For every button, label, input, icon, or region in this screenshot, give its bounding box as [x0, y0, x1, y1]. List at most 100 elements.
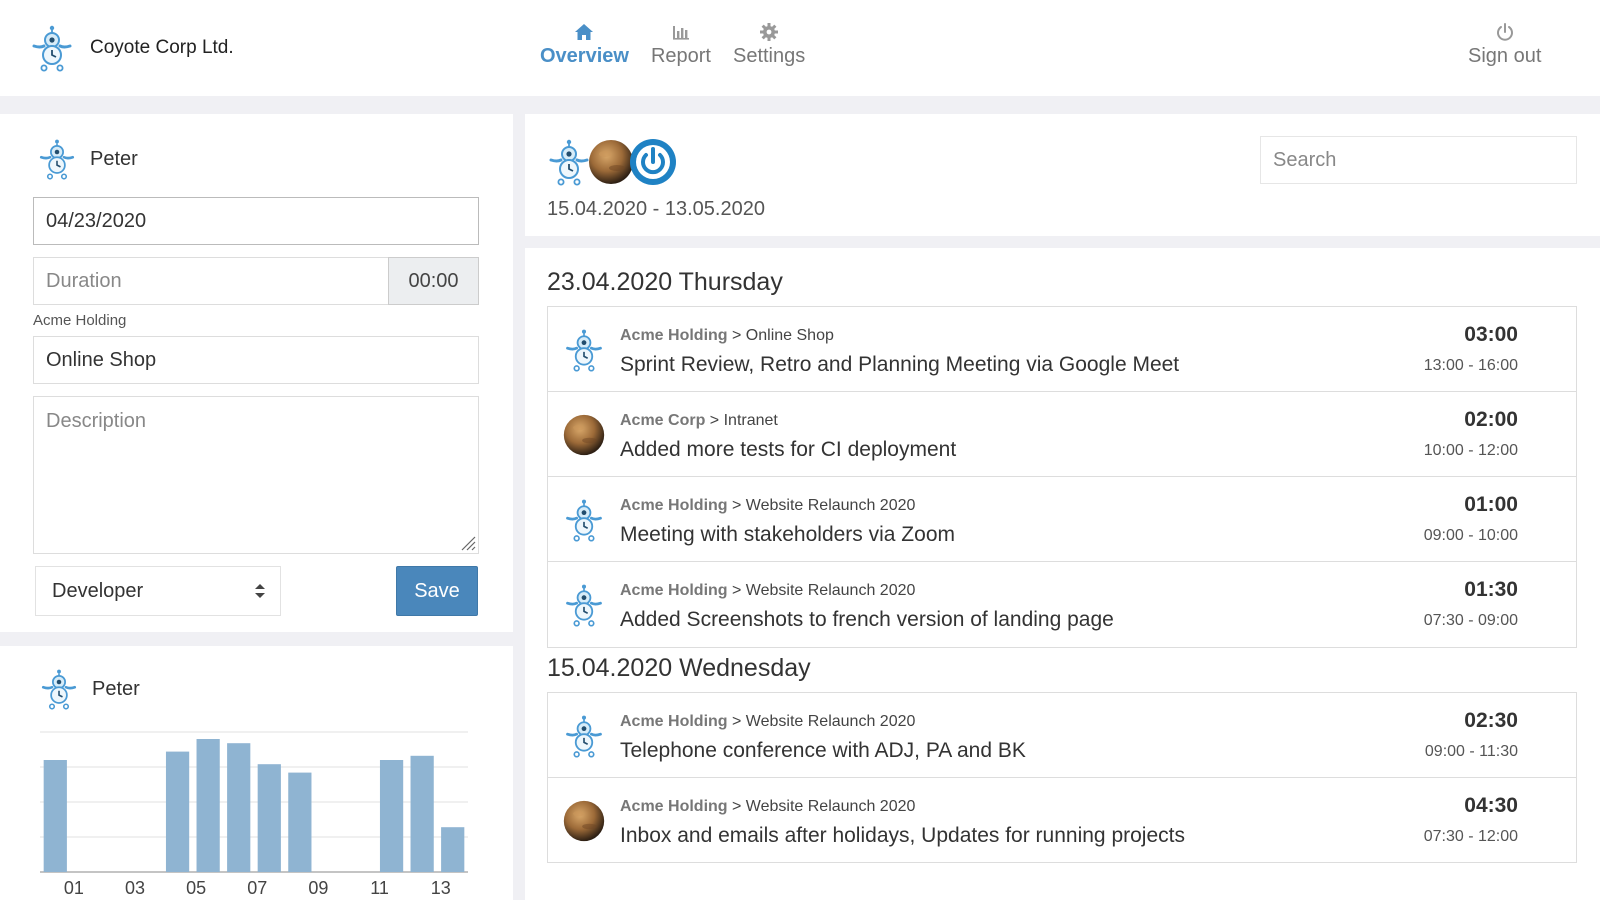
form-user-name: Peter	[90, 147, 138, 170]
time-entry-form: Peter 04/23/2020 Duration 00:00 Acme Hol…	[0, 114, 513, 632]
entry-time-range: 07:30 - 09:00	[1423, 612, 1518, 629]
time-entry[interactable]: Acme Holding > Website Relaunch 2020 Tel…	[548, 693, 1576, 778]
duration-value[interactable]: 00:00	[388, 257, 479, 305]
day-heading: 15.04.2020 Wednesday	[547, 654, 811, 683]
nav-report-label: Report	[650, 45, 711, 67]
description-textarea[interactable]: Description	[33, 396, 479, 554]
entry-duration: 04:30	[1464, 794, 1518, 817]
chart-tick-label: 11	[370, 878, 389, 898]
chart-bar[interactable]	[165, 751, 190, 872]
company-logo-icon	[28, 24, 76, 72]
time-entries-list: 23.04.2020 Thursday Acme Holding > Onlin…	[525, 248, 1600, 900]
hours-chart-panel: Peter 01 03 05 07 09 11 13	[0, 646, 513, 900]
entry-client: Acme Holding	[620, 327, 728, 344]
chart-bar[interactable]	[43, 760, 67, 872]
day-heading-date: 15.04.2020	[547, 654, 673, 682]
robot-avatar-icon[interactable]	[545, 138, 593, 186]
planet-avatar-icon	[562, 413, 606, 457]
entry-description: Telephone conference with ADJ, PA and BK	[620, 739, 1026, 762]
entry-description: Added more tests for CI deployment	[620, 438, 957, 461]
entry-client: Acme Corp	[620, 412, 706, 429]
power-avatar-icon[interactable]	[629, 138, 677, 186]
planet-avatar-icon	[562, 799, 606, 843]
nav-report[interactable]: Report	[651, 22, 711, 68]
day-heading-weekday: Wednesday	[679, 654, 811, 682]
sign-out-label: Sign out	[1468, 45, 1542, 67]
sign-out-button[interactable]: Sign out	[1468, 22, 1541, 68]
overview-header: 15.04.2020 - 13.05.2020 Search	[525, 114, 1600, 236]
robot-avatar-icon	[562, 583, 606, 627]
entry-duration: 03:00	[1464, 323, 1518, 346]
planet-avatar-icon[interactable]	[587, 138, 635, 186]
day-heading-weekday: Thursday	[678, 268, 783, 296]
day-heading-date: 23.04.2020	[547, 268, 673, 296]
role-select[interactable]: Developer	[35, 566, 281, 616]
chart-bar[interactable]	[441, 827, 465, 872]
entry-time-range: 07:30 - 12:00	[1423, 828, 1518, 845]
duration-input[interactable]: Duration	[33, 257, 389, 305]
entry-path: Acme Holding > Website Relaunch 2020	[620, 497, 916, 514]
entry-client: Acme Holding	[620, 497, 728, 514]
entry-duration: 02:00	[1464, 408, 1518, 431]
chart-bar[interactable]	[379, 760, 404, 872]
gear-icon	[760, 23, 779, 41]
time-entry[interactable]: Acme Holding > Website Relaunch 2020 Mee…	[548, 477, 1576, 562]
main-nav: Overview Report Settings	[540, 22, 805, 68]
select-arrows-icon	[255, 584, 265, 598]
time-entry[interactable]: Acme Holding > Website Relaunch 2020 Add…	[548, 562, 1576, 647]
entry-project: Website Relaunch 2020	[745, 713, 916, 730]
client-label: Acme Holding	[33, 312, 127, 329]
chart-user-name: Peter	[92, 677, 140, 700]
description-placeholder: Description	[46, 410, 147, 432]
entry-client: Acme Holding	[620, 798, 728, 815]
chart-user: Peter	[38, 668, 140, 710]
app-header: Coyote Corp Ltd. Overview Report Setting…	[0, 0, 1600, 96]
entry-description: Inbox and emails after holidays, Updates…	[620, 824, 1185, 847]
form-user: Peter	[36, 138, 138, 180]
time-entry[interactable]: Acme Corp > Intranet Added more tests fo…	[548, 392, 1576, 477]
chart-tick-label: 07	[247, 878, 267, 898]
entry-time-range: 09:00 - 11:30	[1424, 743, 1518, 760]
time-entry[interactable]: Acme Holding > Online Shop Sprint Review…	[548, 307, 1576, 392]
chart-tick-label: 01	[64, 878, 84, 898]
entry-time-range: 13:00 - 16:00	[1423, 357, 1518, 374]
entry-client: Acme Holding	[620, 713, 728, 730]
entry-description: Meeting with stakeholders via Zoom	[620, 523, 955, 546]
chart-tick-label: 05	[186, 878, 206, 898]
chart-tick-label: 13	[431, 878, 451, 898]
chart-tick-label: 09	[308, 878, 328, 898]
power-icon	[1496, 23, 1513, 41]
resize-grip-icon[interactable]	[460, 535, 476, 551]
nav-settings-label: Settings	[732, 45, 806, 67]
date-input[interactable]: 04/23/2020	[33, 197, 479, 245]
entry-project: Website Relaunch 2020	[745, 497, 916, 514]
entry-duration: 01:00	[1464, 493, 1518, 516]
project-input[interactable]: Online Shop	[33, 336, 479, 384]
day-entries: Acme Holding > Online Shop Sprint Review…	[547, 306, 1577, 648]
nav-overview[interactable]: Overview	[540, 22, 629, 68]
search-input[interactable]: Search	[1260, 136, 1577, 184]
entry-project: Intranet	[723, 412, 778, 429]
nav-settings[interactable]: Settings	[733, 22, 805, 68]
user-avatar-icon	[36, 138, 78, 180]
entry-description: Added Screenshots to french version of l…	[620, 608, 1114, 631]
time-entry[interactable]: Acme Holding > Website Relaunch 2020 Inb…	[548, 778, 1576, 863]
chart-bar[interactable]	[227, 743, 251, 872]
chart-bar[interactable]	[410, 755, 434, 872]
entry-path: Acme Holding > Website Relaunch 2020	[620, 582, 916, 599]
entry-project: Website Relaunch 2020	[745, 798, 916, 815]
entry-path: Acme Holding > Online Shop	[620, 327, 834, 344]
save-button[interactable]: Save	[396, 566, 478, 616]
robot-avatar-icon	[562, 498, 606, 542]
entry-description: Sprint Review, Retro and Planning Meetin…	[620, 353, 1180, 376]
date-range: 15.04.2020 - 13.05.2020	[547, 198, 765, 220]
day-entries: Acme Holding > Website Relaunch 2020 Tel…	[547, 692, 1577, 863]
chart-bar[interactable]	[196, 739, 220, 872]
chart-bar[interactable]	[288, 772, 312, 872]
robot-avatar-icon	[562, 714, 606, 758]
entry-duration: 02:30	[1464, 709, 1518, 732]
brand[interactable]: Coyote Corp Ltd.	[28, 24, 234, 72]
robot-avatar-icon	[562, 328, 606, 372]
day-heading: 23.04.2020 Thursday	[547, 268, 783, 297]
chart-bar[interactable]	[257, 764, 281, 872]
